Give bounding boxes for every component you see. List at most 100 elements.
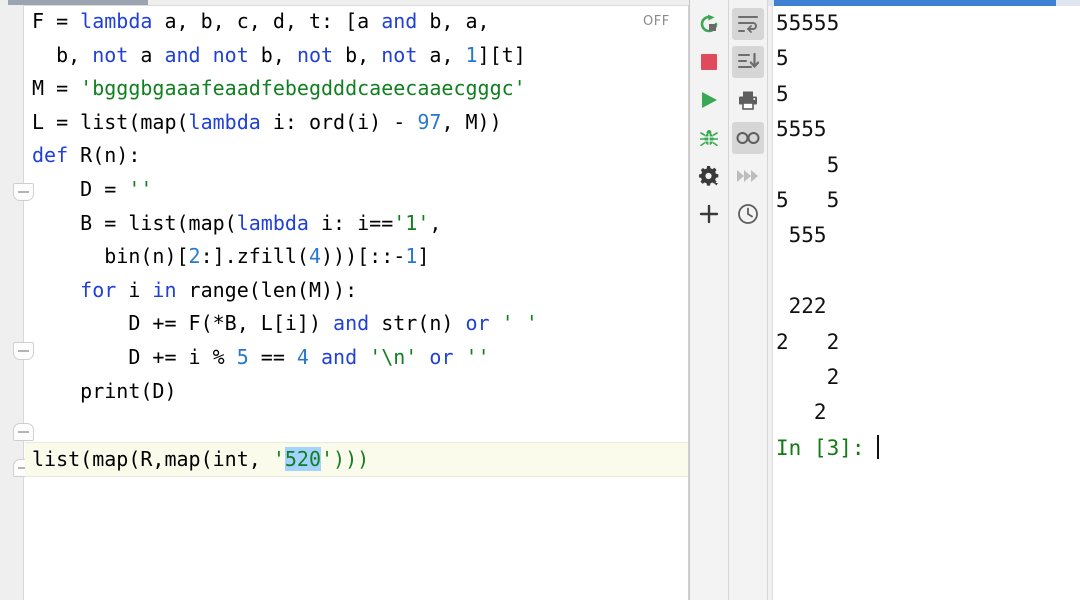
editor-splitter[interactable]	[688, 5, 689, 600]
code-token: 1	[405, 244, 418, 269]
console-output-line: 2	[776, 400, 827, 425]
history-clock-icon[interactable]	[732, 198, 764, 230]
code-token: D += F(*B, L[i])	[32, 311, 334, 336]
restart-kernel-icon[interactable]	[693, 8, 725, 40]
code-token: 520	[284, 446, 321, 471]
console-output-line: 5	[776, 152, 840, 177]
console-output-line: 5	[776, 81, 789, 106]
code-token: i: i==	[308, 210, 394, 235]
code-line[interactable]: B = list(map(lambda i: i=='1',	[25, 207, 689, 241]
code-line[interactable]: D += F(*B, L[i]) and str(n) or ' '	[25, 307, 689, 341]
debug-bug-icon[interactable]	[693, 122, 725, 154]
console-output[interactable]: 55555 5 5 5555 55 5 555 222 2 2 2 2 In [3]:	[776, 6, 1080, 466]
code-token: not	[212, 42, 249, 67]
code-line[interactable]: list(map(R,map(int, '520')))	[25, 441, 689, 478]
off-indicator: OFF	[643, 14, 670, 29]
console-left-rail	[768, 6, 773, 600]
code-line[interactable]: def R(n):	[25, 139, 689, 173]
code-token: b, a,	[417, 9, 490, 33]
console-output-line: 5 5	[776, 188, 840, 213]
code-token: D =	[32, 176, 129, 201]
printer-icon[interactable]	[732, 84, 764, 116]
stop-icon[interactable]	[693, 46, 725, 78]
sort-descending-icon[interactable]	[732, 46, 764, 78]
code-token: b,	[333, 42, 382, 67]
code-token: lambda	[80, 9, 153, 33]
code-token: def	[32, 143, 69, 168]
code-token: not	[296, 42, 334, 67]
code-token: 'bgggbgaaafeaadfebegdddcaeecaaecgggc'	[80, 76, 526, 101]
code-token: i	[116, 277, 153, 302]
code-line[interactable]: for i in range(len(M)):	[25, 274, 689, 308]
console-output-line: 5	[776, 46, 789, 71]
console-output-line: 222	[776, 294, 827, 319]
code-token: B = list(map(	[32, 210, 237, 235]
text-caret	[877, 434, 880, 459]
glasses-inspect-icon[interactable]	[732, 122, 764, 154]
code-line[interactable]	[25, 408, 689, 442]
code-line[interactable]: bin(n)[2:].zfill(4)))[::-1]	[25, 240, 689, 274]
add-plus-icon[interactable]	[693, 198, 725, 230]
editor-gutter	[0, 5, 24, 600]
wrap-lines-icon[interactable]	[732, 8, 764, 40]
console-input-line[interactable]: In [3]:	[776, 431, 1080, 466]
code-token: list(map(R,map(int,	[32, 446, 273, 471]
code-token: '1'	[393, 210, 430, 235]
code-token: lambda	[236, 210, 309, 235]
code-token: and	[381, 9, 418, 33]
code-token: ''	[128, 176, 153, 201]
code-token: i: ord(i) -	[260, 109, 418, 134]
code-token: ][t]	[477, 42, 526, 67]
code-line[interactable]: M = 'bgggbgaaafeaadfebegdddcaeecaaecgggc…	[25, 72, 689, 106]
code-line[interactable]: L = list(map(lambda i: ord(i) - 97, M))	[25, 106, 689, 140]
code-token: 5	[236, 344, 249, 369]
code-token: ==	[248, 344, 297, 369]
code-token: and	[333, 311, 370, 336]
code-token: F =	[32, 9, 81, 33]
console-output-line: 555	[776, 223, 827, 248]
code-token: 2	[188, 244, 201, 269]
code-token: a	[128, 42, 165, 67]
code-token: ]	[417, 244, 430, 269]
code-token: b,	[248, 42, 297, 67]
code-token: 4	[296, 344, 309, 369]
code-token: ,	[429, 210, 442, 235]
code-token: )))[::-	[321, 244, 406, 269]
code-token: :].zfill(	[200, 244, 309, 269]
code-line[interactable]: b, not a and not b, not b, not a, 1][t]	[25, 39, 689, 73]
code-token: b,	[32, 42, 93, 67]
code-token: or	[465, 311, 490, 336]
code-token: D += i %	[32, 344, 237, 369]
code-line[interactable]: D = ''	[25, 173, 689, 207]
code-token: bin(n)[	[32, 244, 189, 269]
code-line[interactable]: D += i % 5 == 4 and '\n' or ''	[25, 341, 689, 375]
code-line[interactable]: F = lambda a, b, c, d, t: [a and b, a,	[25, 5, 689, 39]
console-output-line: 2	[776, 365, 840, 390]
code-token: print(D)	[32, 378, 177, 403]
code-token: not	[92, 42, 129, 67]
code-token: for	[80, 277, 117, 302]
run-toolbar	[690, 0, 729, 600]
code-line[interactable]: print(D)	[25, 375, 689, 409]
code-token: ')))	[321, 446, 370, 471]
console-output-line: 5555	[776, 117, 827, 142]
code-token: 4	[308, 244, 322, 269]
console-prompt-label: In [3]:	[776, 435, 878, 460]
code-editor-pane[interactable]: F = lambda a, b, c, d, t: [a and b, a, b…	[0, 0, 690, 600]
code-token: R(n):	[68, 143, 141, 168]
options-gear-icon[interactable]	[693, 160, 725, 192]
run-icon[interactable]	[693, 84, 725, 116]
code-token: range(len(M)):	[176, 277, 358, 302]
code-token: a,	[417, 42, 466, 67]
code-token: in	[152, 277, 177, 302]
code-token: L = list(map(	[32, 109, 189, 134]
code-text[interactable]: F = lambda a, b, c, d, t: [a and b, a, b…	[25, 5, 689, 600]
fast-forward-icon[interactable]	[732, 160, 764, 192]
ipython-console-pane[interactable]: 55555 5 5 5555 55 5 555 222 2 2 2 2 In [3]:	[768, 0, 1080, 600]
